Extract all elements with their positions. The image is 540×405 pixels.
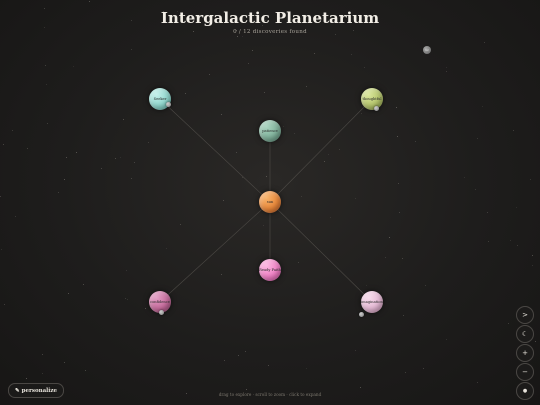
moon-top-left[interactable] bbox=[166, 102, 171, 107]
planet-top[interactable]: patience bbox=[259, 120, 281, 142]
moon-bottom-right[interactable] bbox=[359, 312, 364, 317]
minus-icon: − bbox=[522, 368, 528, 376]
planet-top-right-label: thoughtful bbox=[362, 97, 382, 101]
controls-hint: drag to explore · scroll to zoom · click… bbox=[218, 392, 322, 397]
distant-moon[interactable]: far bbox=[423, 46, 431, 54]
plus-icon: + bbox=[522, 349, 528, 357]
link-center-top-left bbox=[159, 98, 271, 203]
link-center-top-right bbox=[269, 98, 373, 203]
planet-center-label: sun bbox=[266, 200, 274, 204]
link-center-bottom-left bbox=[159, 201, 271, 303]
zoom-out-button[interactable]: − bbox=[516, 363, 534, 381]
planet-bottom-left-label: confidence bbox=[150, 300, 170, 304]
theme-toggle-button[interactable]: ☾ bbox=[516, 325, 534, 343]
planet-top-right[interactable]: thoughtful bbox=[361, 88, 383, 110]
next-button[interactable]: > bbox=[516, 306, 534, 324]
chevron-right-icon: > bbox=[522, 311, 528, 319]
planet-top-left-label: Seeker bbox=[153, 97, 167, 101]
discovery-counter: 0 / 12 discoveries found bbox=[233, 29, 307, 35]
planet-center[interactable]: sun bbox=[259, 191, 281, 213]
distant-moon-label: far bbox=[425, 48, 429, 52]
page-title: Intergalactic Planetarium bbox=[160, 9, 380, 27]
planet-bottom-right[interactable]: imagination bbox=[361, 291, 383, 313]
moon-icon: ☾ bbox=[521, 330, 529, 338]
link-center-bottom-right bbox=[269, 201, 373, 303]
planet-top-label: patience bbox=[262, 129, 278, 133]
zoom-in-button[interactable]: + bbox=[516, 344, 534, 362]
recenter-button[interactable]: ● bbox=[516, 382, 534, 400]
planet-bottom-right-label: imagination bbox=[361, 300, 383, 304]
planet-bottom-label: Ready Faith bbox=[259, 268, 281, 272]
moon-bottom-left[interactable] bbox=[159, 310, 164, 315]
planet-bottom[interactable]: Ready Faith bbox=[259, 259, 281, 281]
moon-top-right[interactable] bbox=[374, 106, 379, 111]
